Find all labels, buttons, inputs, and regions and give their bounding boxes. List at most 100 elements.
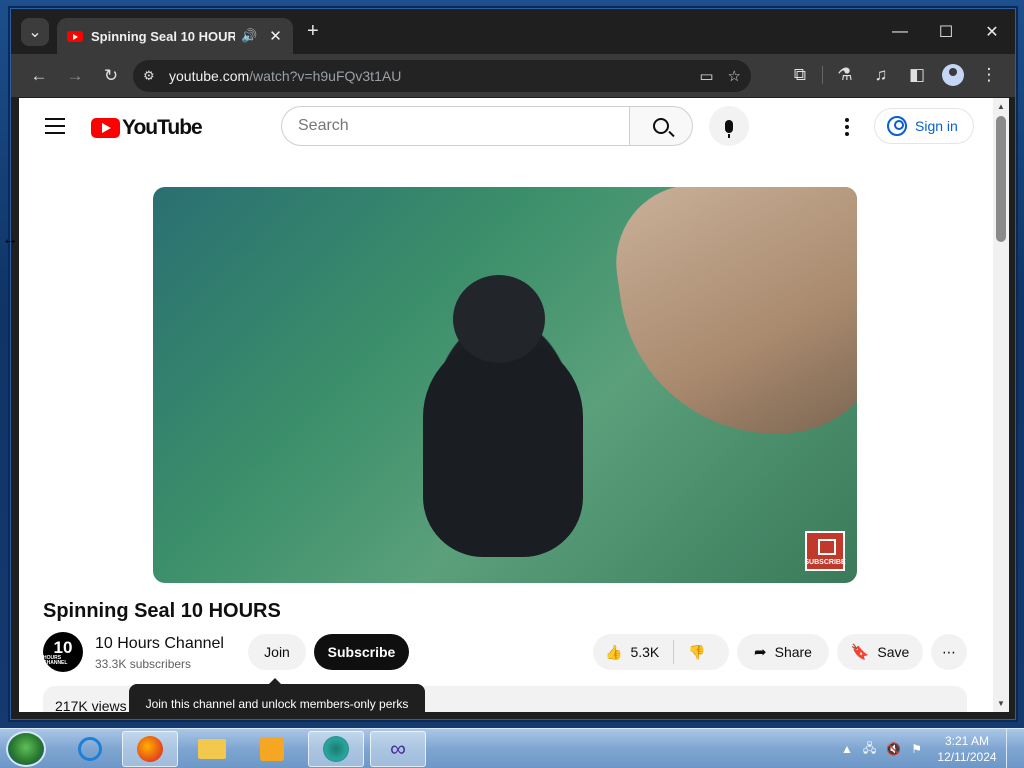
speaker-icon[interactable]: 🔊	[241, 28, 257, 44]
volume-muted-icon[interactable]: 🔇	[886, 742, 901, 756]
infinity-app-taskbar-button[interactable]: ∞	[370, 731, 426, 767]
youtube-masthead: YouTube Search Sign in	[19, 98, 991, 154]
browser-window: ⌄ Spinning Seal 10 HOURS - 🔊 ✕ + — ☐ ✕ ←…	[10, 8, 1016, 720]
like-count[interactable]: 5.3K	[630, 644, 659, 660]
start-button[interactable]	[6, 731, 46, 767]
video-player[interactable]: SUBSCRIBE	[153, 187, 857, 583]
system-clock[interactable]: 3:21 AM 12/11/2024	[932, 733, 1002, 765]
browser-taskbar-button[interactable]	[308, 731, 364, 767]
browser-menu-icon[interactable]: ⋮	[971, 60, 1007, 90]
video-seal-head	[453, 275, 545, 363]
network-icon[interactable]: 🖧	[863, 739, 876, 760]
search-icon	[653, 118, 669, 134]
like-dislike-bar: 👍 5.3K 👎	[593, 634, 729, 670]
channel-avatar[interactable]: 10 HOURS CHANNEL	[43, 632, 83, 672]
tab-title: Spinning Seal 10 HOURS -	[91, 28, 235, 44]
media-player-icon	[260, 737, 284, 761]
infinity-icon: ∞	[390, 736, 406, 761]
clock-date: 12/11/2024	[937, 750, 997, 764]
new-tab-button[interactable]: +	[307, 20, 319, 43]
avatar-caption: HOURS CHANNEL	[43, 654, 68, 666]
media-control-icon[interactable]: ♫	[863, 60, 899, 90]
close-window-button[interactable]: ✕	[969, 9, 1015, 54]
thumbs-down-icon[interactable]: 👎	[688, 644, 705, 661]
tab-close-button[interactable]: ✕	[269, 27, 282, 45]
extensions-icon[interactable]: ⧉	[782, 60, 818, 90]
subscribe-watermark[interactable]: SUBSCRIBE	[804, 531, 846, 571]
youtube-favicon-icon	[67, 30, 83, 42]
maximize-button[interactable]: ☐	[923, 9, 969, 54]
omnibox-actions: ▭ ☆	[699, 60, 741, 92]
system-tray: ▲ 🖧 🔇 ⚑ 3:21 AM 12/11/2024	[841, 729, 1018, 768]
video-rock	[606, 187, 857, 454]
settings-menu-icon[interactable]	[845, 118, 849, 139]
labs-flask-icon[interactable]: ⚗	[827, 60, 863, 90]
scroll-down-arrow-icon[interactable]: ▼	[997, 699, 1005, 708]
more-actions-button[interactable]: ⋯	[931, 634, 967, 670]
subscribe-button[interactable]: Subscribe	[314, 634, 409, 670]
profile-avatar-icon	[942, 64, 964, 86]
media-player-taskbar-button[interactable]	[244, 731, 300, 767]
site-info-icon[interactable]: ⚙	[143, 68, 163, 84]
toolbar-divider	[822, 66, 823, 84]
chevron-down-icon: ⌄	[28, 23, 42, 41]
url-host: youtube.com	[169, 67, 250, 84]
channel-name[interactable]: 10 Hours Channel	[95, 635, 224, 653]
back-button[interactable]: ←	[21, 61, 57, 91]
folder-icon	[198, 739, 226, 759]
show-hidden-icons-icon[interactable]: ▲	[841, 742, 853, 756]
page-scrollbar[interactable]: ▲ ▼	[993, 98, 1009, 712]
search-button[interactable]	[629, 106, 693, 146]
video-seal-body	[423, 337, 583, 557]
windows-taskbar: ∞ ▲ 🖧 🔇 ⚑ 3:21 AM 12/11/2024	[0, 728, 1024, 768]
resize-cursor-icon: ↔	[2, 231, 18, 248]
forward-button[interactable]: →	[57, 61, 93, 91]
tab-strip: ⌄ Spinning Seal 10 HOURS - 🔊 ✕ + — ☐ ✕	[11, 9, 1015, 54]
internet-explorer-taskbar-button[interactable]	[62, 731, 118, 767]
view-count: 217K views	[55, 698, 127, 712]
bookmark-star-icon[interactable]: ☆	[728, 67, 741, 85]
logo-text: YouTube	[122, 116, 203, 139]
search-input[interactable]: Search	[281, 106, 629, 146]
share-label: Share	[774, 644, 812, 660]
scroll-up-arrow-icon[interactable]: ▲	[997, 102, 1005, 111]
scroll-thumb[interactable]	[996, 116, 1006, 242]
address-bar[interactable]: ⚙ youtube.com/watch?v=h9uFQv3t1AU ▭ ☆	[133, 59, 751, 92]
url-path: /watch?v=h9uFQv3t1AU	[249, 67, 402, 84]
watermark-label: SUBSCRIBE	[804, 559, 846, 566]
reload-button[interactable]: ↻	[93, 61, 129, 91]
sign-in-button[interactable]: Sign in	[874, 108, 974, 144]
url-text: youtube.com/watch?v=h9uFQv3t1AU	[169, 68, 401, 84]
show-desktop-button[interactable]	[1006, 729, 1018, 768]
clock-time: 3:21 AM	[944, 734, 990, 748]
firefox-icon	[137, 736, 163, 762]
cast-icon[interactable]: ▭	[699, 67, 713, 85]
tab-search-button[interactable]: ⌄	[21, 17, 49, 46]
hamburger-menu-icon[interactable]	[45, 118, 65, 134]
microphone-icon	[725, 119, 733, 138]
join-button[interactable]: Join	[248, 634, 306, 670]
avatar-number: 10	[53, 637, 73, 657]
subscriber-count: 33.3K subscribers	[95, 657, 192, 671]
join-tooltip: Join this channel and unlock members-onl…	[129, 678, 425, 712]
browser-app-icon	[323, 736, 349, 762]
toolbar-right: ⧉ ⚗ ♫ ◧ ⋮	[782, 60, 1007, 90]
window-controls: — ☐ ✕	[877, 9, 1015, 54]
tab-spinning-seal[interactable]: Spinning Seal 10 HOURS - 🔊 ✕	[57, 18, 293, 54]
firefox-taskbar-button[interactable]	[122, 731, 178, 767]
side-panel-icon[interactable]: ◧	[899, 60, 935, 90]
video-title: Spinning Seal 10 HOURS	[43, 600, 281, 622]
share-button[interactable]: ➦ Share	[737, 634, 829, 670]
file-explorer-taskbar-button[interactable]	[184, 731, 240, 767]
action-center-flag-icon[interactable]: ⚑	[911, 742, 922, 756]
profile-button[interactable]	[935, 60, 971, 90]
minimize-button[interactable]: —	[877, 9, 923, 54]
bookmark-icon: 🔖	[850, 644, 870, 661]
youtube-play-icon	[91, 118, 120, 138]
youtube-logo[interactable]: YouTube	[91, 116, 203, 140]
more-horizontal-icon: ⋯	[942, 643, 956, 660]
save-button[interactable]: 🔖 Save	[837, 634, 923, 670]
voice-search-button[interactable]	[709, 106, 749, 146]
save-label: Save	[877, 644, 910, 660]
thumbs-up-icon[interactable]: 👍	[605, 644, 622, 661]
